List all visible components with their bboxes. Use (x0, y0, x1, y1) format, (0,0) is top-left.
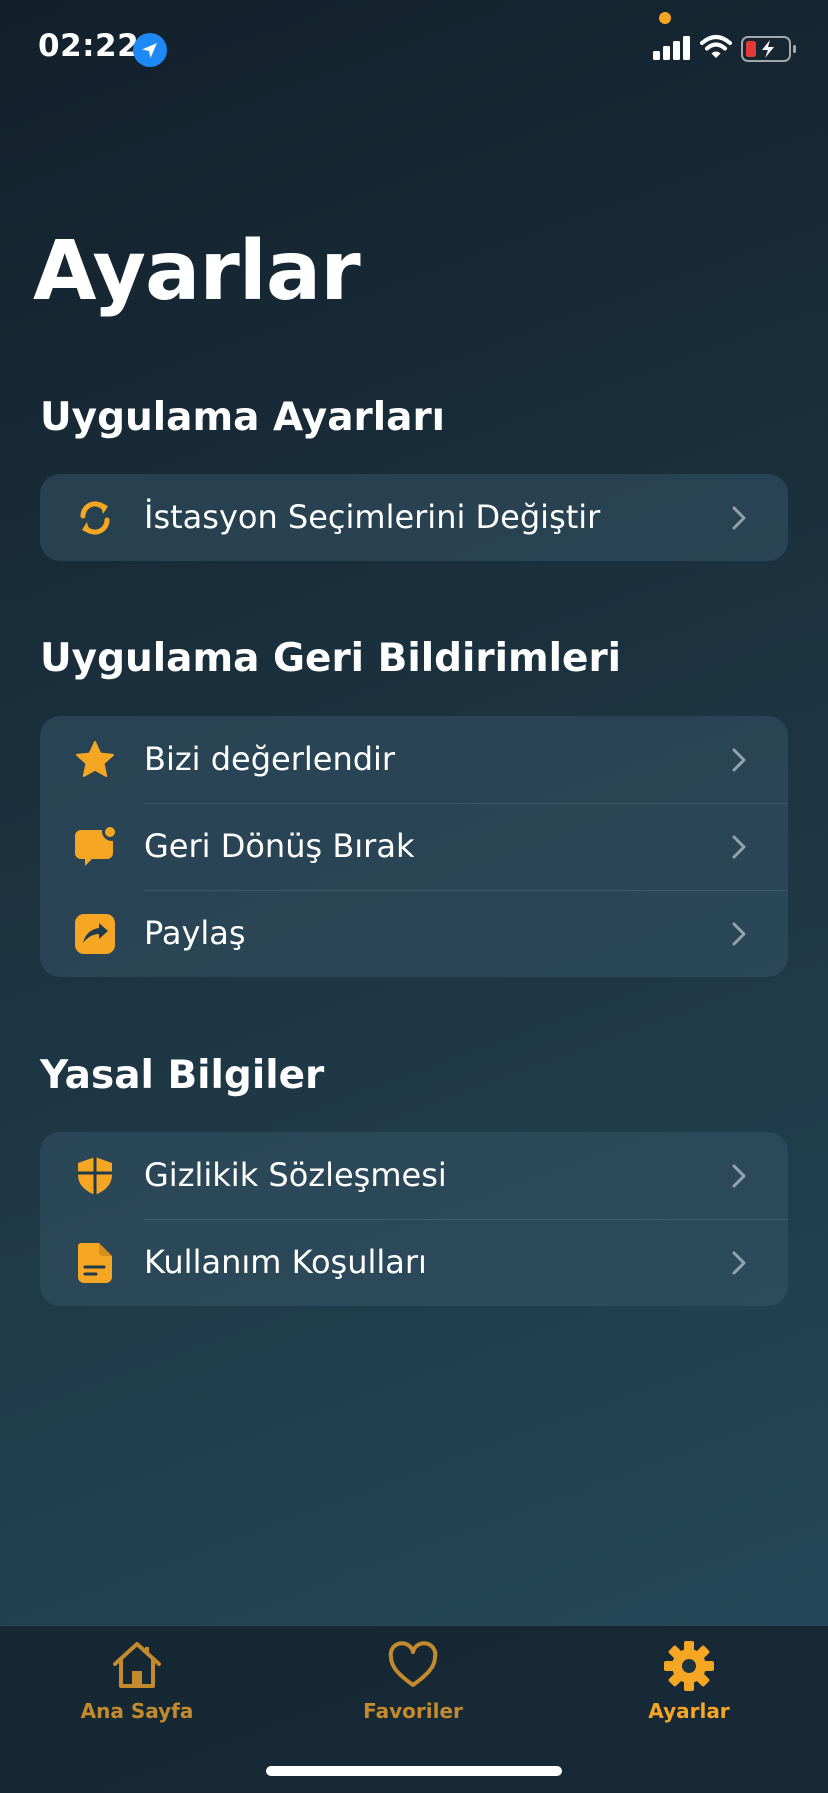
status-time: 02:22 (38, 28, 140, 64)
recording-indicator (659, 12, 671, 24)
app-feedback-card: Bizi değerlendir Geri Dönüş Bırak Paylaş (40, 716, 788, 977)
privacy-policy-row[interactable]: Gizlikik Sözleşmesi (40, 1132, 788, 1219)
row-label: Geri Dönüş Bırak (144, 827, 415, 865)
sync-icon (74, 497, 116, 539)
message-icon (74, 826, 116, 868)
app-settings-card: İstasyon Seçimlerini Değiştir (40, 474, 788, 561)
section-title-app-settings: Uygulama Ayarları (40, 395, 446, 440)
legal-info-card: Gizlikik Sözleşmesi Kullanım Koşulları (40, 1132, 788, 1306)
row-label: İstasyon Seçimlerini Değiştir (144, 498, 601, 536)
home-icon (109, 1638, 165, 1694)
location-arrow-icon (133, 33, 167, 67)
rate-us-row[interactable]: Bizi değerlendir (40, 716, 788, 803)
shield-icon (74, 1155, 116, 1197)
wifi-icon (700, 34, 732, 64)
tab-home[interactable]: Ana Sayfa (37, 1626, 237, 1746)
page-title: Ayarlar (33, 224, 361, 319)
chevron-right-icon (730, 504, 748, 532)
section-title-legal-info: Yasal Bilgiler (40, 1053, 325, 1098)
document-icon (74, 1242, 116, 1284)
chevron-right-icon (730, 833, 748, 861)
cellular-signal-icon (653, 36, 691, 64)
tab-label: Favoriler (363, 1699, 463, 1723)
row-label: Bizi değerlendir (144, 740, 396, 778)
terms-of-use-row[interactable]: Kullanım Koşulları (40, 1219, 788, 1306)
home-indicator (266, 1766, 562, 1776)
tab-favorites[interactable]: Favoriler (313, 1626, 513, 1746)
chevron-right-icon (730, 1249, 748, 1277)
chevron-right-icon (730, 746, 748, 774)
row-label: Kullanım Koşulları (144, 1243, 427, 1281)
share-icon (74, 913, 116, 955)
chevron-right-icon (730, 1162, 748, 1190)
tab-label: Ayarlar (648, 1699, 730, 1723)
leave-feedback-row[interactable]: Geri Dönüş Bırak (40, 803, 788, 890)
battery-charging-icon (741, 36, 797, 66)
status-bar: 02:22 (0, 0, 828, 100)
heart-icon (385, 1638, 441, 1694)
change-station-selections-row[interactable]: İstasyon Seçimlerini Değiştir (40, 474, 788, 561)
chevron-right-icon (730, 920, 748, 948)
star-icon (74, 739, 116, 781)
tab-label: Ana Sayfa (80, 1699, 194, 1723)
share-row[interactable]: Paylaş (40, 890, 788, 977)
gear-icon (661, 1638, 717, 1694)
row-label: Gizlikik Sözleşmesi (144, 1156, 447, 1194)
section-title-app-feedback: Uygulama Geri Bildirimleri (40, 636, 622, 681)
row-label: Paylaş (144, 914, 246, 952)
tab-settings[interactable]: Ayarlar (589, 1626, 789, 1746)
